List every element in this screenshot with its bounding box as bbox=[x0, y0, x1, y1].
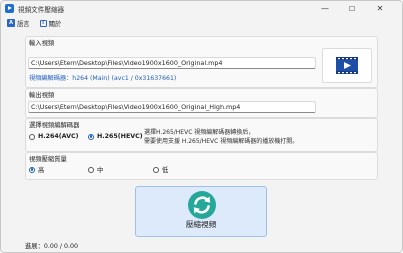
codec-option-h264-label: H.264(AVC) bbox=[38, 133, 79, 140]
refresh-cycle-icon bbox=[188, 191, 216, 219]
menu-item-language-label: 語言 bbox=[17, 20, 30, 28]
output-video-title: 輸出視頻 bbox=[29, 92, 55, 99]
input-path-field[interactable]: C:\Users\Etern\Desktop\Files\Video1900x1… bbox=[28, 57, 316, 69]
video-thumbnail-icon bbox=[336, 57, 358, 74]
window-title: 視頻文件壓縮器 bbox=[18, 6, 65, 14]
info-icon: i bbox=[39, 19, 47, 27]
progress-status: 進展：0.00 / 0.00 bbox=[25, 243, 79, 250]
codec-option-h264[interactable]: H.264(AVC) bbox=[29, 133, 79, 140]
input-video-title: 輸入視頻 bbox=[29, 40, 55, 47]
close-button[interactable]: ✕ bbox=[369, 1, 391, 16]
maximize-button[interactable]: ☐ bbox=[341, 1, 363, 16]
quality-option-medium-label: 中 bbox=[97, 167, 104, 174]
language-icon: A bbox=[7, 19, 15, 27]
quality-option-low-label: 低 bbox=[162, 167, 169, 174]
radio-h265[interactable] bbox=[88, 133, 94, 140]
quality-option-low[interactable]: 低 bbox=[153, 165, 168, 174]
codec-hint-line2: 需要使用支援 H.265/HEVC 視頻編解碼器的播放機打開。 bbox=[144, 138, 299, 145]
codec-title: 選擇視頻編解碼器 bbox=[29, 122, 80, 129]
codec-option-h265[interactable]: H.265(HEVC) bbox=[88, 133, 143, 140]
radio-quality-high[interactable] bbox=[29, 166, 35, 173]
radio-h264[interactable] bbox=[29, 133, 35, 140]
compress-button-label: 壓縮視頻 bbox=[185, 220, 217, 229]
app-icon bbox=[5, 4, 14, 13]
codec-option-h265-label: H.265(HEVC) bbox=[97, 133, 143, 140]
output-path-field[interactable]: C:\Users\Etern\Desktop\Files\Video1900x1… bbox=[28, 101, 316, 113]
title-bar: 視頻文件壓縮器 — ☐ ✕ bbox=[1, 1, 402, 16]
menu-bar: A 語言 i 關於 bbox=[1, 16, 402, 30]
quality-option-high[interactable]: 高 bbox=[29, 165, 44, 174]
menu-item-about-label: 關於 bbox=[48, 20, 62, 28]
compress-button[interactable]: 壓縮視頻 bbox=[135, 186, 267, 237]
app-window: 視頻文件壓縮器 — ☐ ✕ A 語言 i 關於 輸入視頻 C:\Users\Et… bbox=[0, 0, 403, 253]
quality-title: 視頻壓縮質量 bbox=[29, 156, 67, 163]
quality-option-medium[interactable]: 中 bbox=[88, 165, 103, 174]
radio-quality-medium[interactable] bbox=[88, 166, 94, 173]
menu-item-language[interactable]: A 語言 bbox=[5, 18, 32, 29]
quality-option-high-label: 高 bbox=[38, 167, 45, 174]
quality-group: 視頻壓縮質量 bbox=[25, 152, 378, 180]
input-codec-info: 視頻編解碼器：h264 (Main) (avc1 / 0x31637661) bbox=[29, 75, 177, 82]
minimize-button[interactable]: — bbox=[314, 1, 336, 16]
codec-hint-line1: 選擇H.265/HEVC 視頻編解碼器轉換后， bbox=[144, 129, 255, 136]
input-thumbnail[interactable] bbox=[322, 48, 372, 83]
menu-item-about[interactable]: i 關於 bbox=[38, 18, 64, 29]
radio-quality-low[interactable] bbox=[153, 166, 159, 173]
